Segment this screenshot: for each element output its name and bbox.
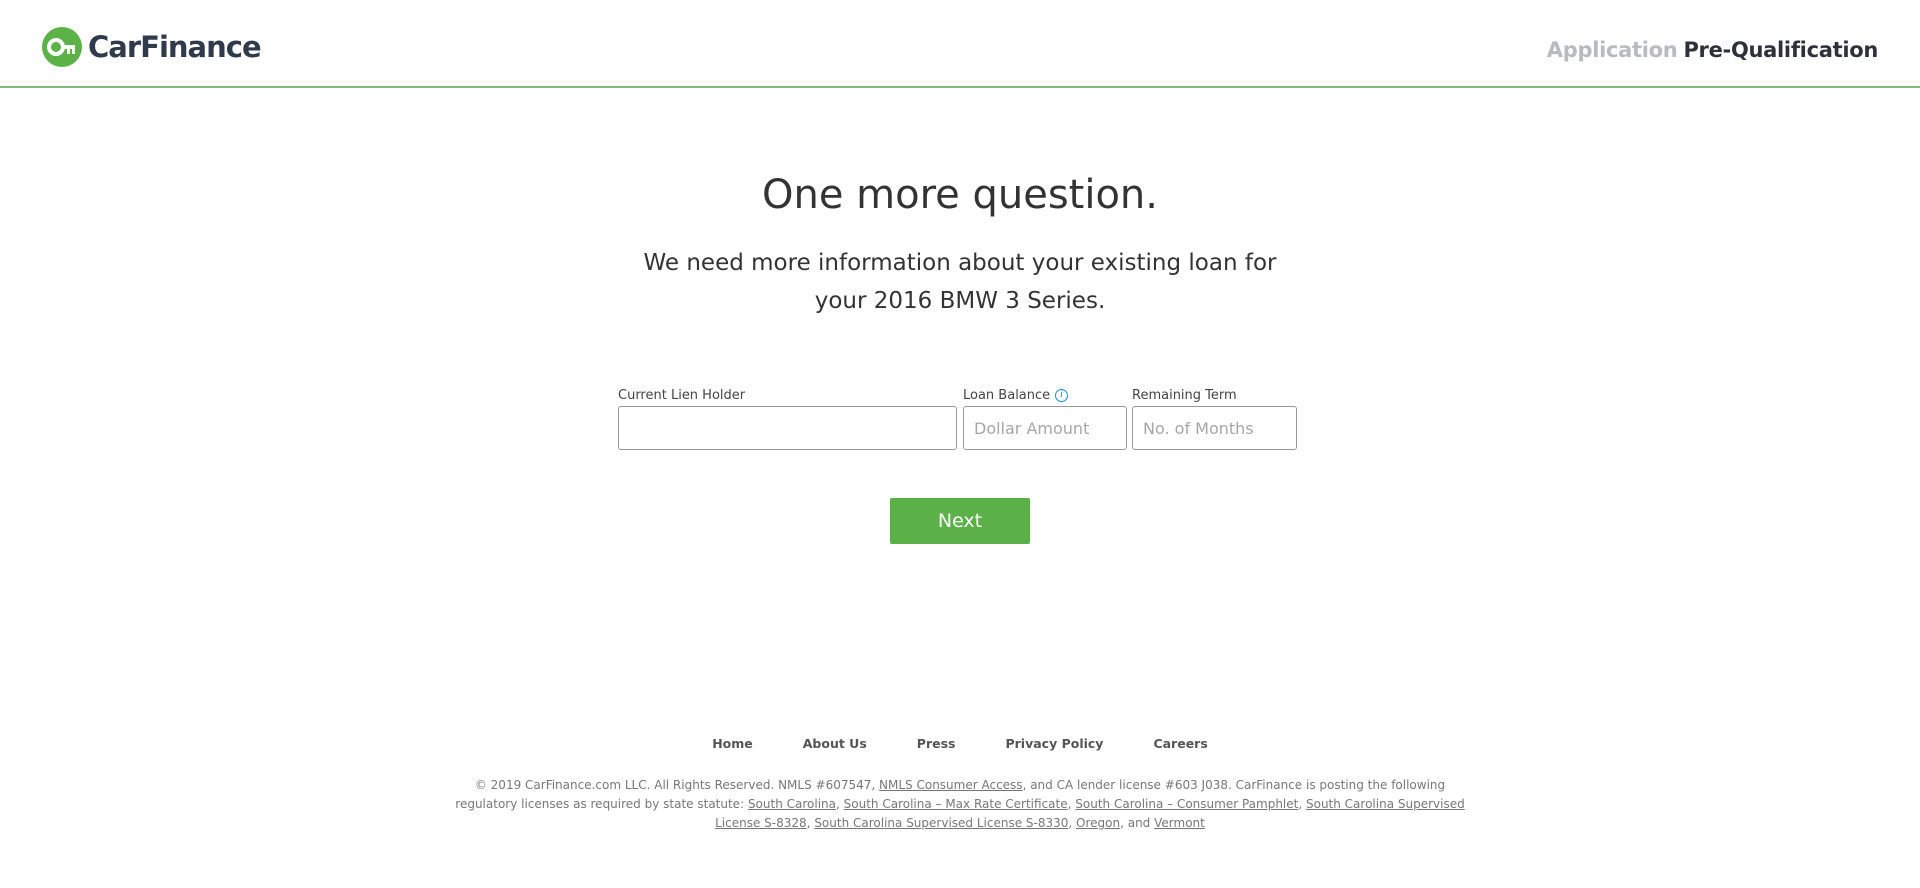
next-button[interactable]: Next [890, 498, 1030, 544]
site-header: CarFinance Application Pre-Qualification [0, 0, 1920, 88]
license-link-sc-consumer-pamphlet[interactable]: South Carolina – Consumer Pamphlet [1075, 797, 1298, 811]
footer-link-about-us[interactable]: About Us [803, 736, 867, 751]
remaining-term-input[interactable] [1132, 406, 1297, 450]
info-icon[interactable]: i [1055, 388, 1069, 402]
remaining-term-field: Remaining Term [1132, 386, 1297, 450]
step-pre-qualification: Pre-Qualification [1683, 38, 1878, 62]
license-link-sc-s8330[interactable]: South Carolina Supervised License S-8330 [814, 816, 1068, 830]
logo-wordmark: CarFinance [88, 30, 262, 64]
footer-link-privacy-policy[interactable]: Privacy Policy [1005, 736, 1103, 751]
lien-holder-label: Current Lien Holder [618, 386, 957, 404]
loan-balance-label-text: Loan Balance [963, 387, 1051, 403]
loan-balance-input[interactable] [963, 406, 1127, 450]
footer-link-home[interactable]: Home [712, 736, 753, 751]
page-title: One more question. [761, 172, 1158, 218]
progress-steps: Application Pre-Qualification [1546, 38, 1879, 62]
step-application: Application [1546, 38, 1678, 62]
lien-holder-field: Current Lien Holder [618, 386, 957, 450]
carfinance-logo[interactable]: CarFinance [42, 26, 262, 68]
lien-holder-input[interactable] [618, 406, 957, 450]
legal-text-and: , and [1120, 816, 1151, 830]
license-link-sc-max-rate[interactable]: South Carolina – Max Rate Certificate [844, 797, 1068, 811]
footer-link-press[interactable]: Press [917, 736, 956, 751]
lien-holder-label-text: Current Lien Holder [618, 387, 746, 403]
loan-balance-label: Loan Balance i [963, 386, 1127, 404]
license-link-vermont[interactable]: Vermont [1154, 816, 1205, 830]
footer-nav: Home About Us Press Privacy Policy Caree… [0, 736, 1920, 751]
legal-disclaimer: © 2019 CarFinance.com LLC. All Rights Re… [455, 778, 1465, 830]
legal-text-1: © 2019 CarFinance.com LLC. All Rights Re… [474, 778, 876, 792]
remaining-term-label-text: Remaining Term [1132, 387, 1237, 403]
page-subtitle: We need more information about your exis… [643, 250, 1277, 314]
nmls-consumer-access-link[interactable]: NMLS Consumer Access [879, 778, 1023, 792]
license-link-oregon[interactable]: Oregon [1076, 816, 1120, 830]
loan-balance-field: Loan Balance i [963, 386, 1127, 450]
remaining-term-label: Remaining Term [1132, 386, 1297, 404]
license-link-south-carolina[interactable]: South Carolina [748, 797, 836, 811]
footer-link-careers[interactable]: Careers [1153, 736, 1207, 751]
key-logo-icon [42, 27, 82, 67]
